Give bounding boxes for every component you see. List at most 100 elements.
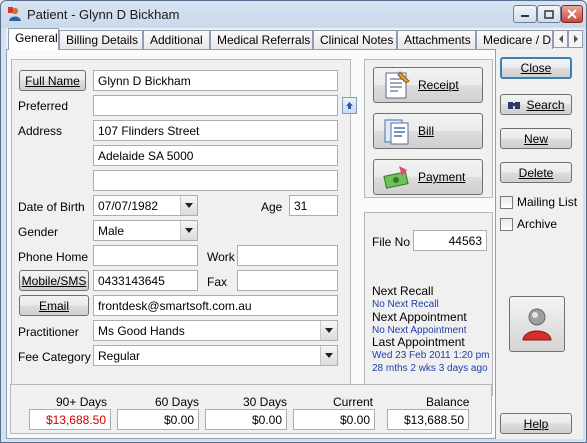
archive-checkbox[interactable]: Archive: [500, 217, 557, 231]
email-button[interactable]: Email: [19, 295, 89, 316]
days90-label: 90+ Days: [56, 395, 108, 409]
tab-attachments[interactable]: Attachments: [397, 30, 476, 49]
tab-general[interactable]: General: [8, 28, 59, 50]
work-label: Work: [207, 250, 235, 264]
file-no-label: File No: [372, 235, 411, 249]
tab-scroll-right[interactable]: [568, 30, 583, 48]
address-line2-field[interactable]: Adelaide SA 5000: [93, 145, 338, 166]
tab-billing-details[interactable]: Billing Details: [59, 30, 143, 49]
address-line3-field[interactable]: [93, 170, 338, 191]
full-name-field[interactable]: Glynn D Bickham: [93, 70, 338, 91]
payment-icon: [383, 166, 409, 189]
chevron-down-icon: [325, 353, 333, 358]
days90-field: $13,688.50: [29, 409, 111, 430]
general-tab-page: Full Name Glynn D Bickham Preferred Addr…: [6, 49, 496, 439]
days60-label: 60 Days: [155, 395, 200, 409]
gender-value: Male: [98, 224, 125, 238]
delete-button[interactable]: Delete: [500, 162, 572, 183]
next-recall-value: No Next Recall: [372, 299, 439, 310]
patient-photo-button[interactable]: [509, 296, 565, 352]
mobile-field[interactable]: 0433143645: [93, 270, 198, 291]
current-label: Current: [333, 395, 374, 409]
chevron-right-icon: [573, 35, 578, 43]
patient-avatar-icon: [522, 308, 552, 341]
next-recall-label: Next Recall: [372, 284, 434, 298]
search-button[interactable]: Search: [500, 94, 572, 115]
receipt-label: Receipt: [418, 78, 459, 92]
title-bar: Patient - Glynn D Bickham: [1, 1, 586, 28]
age-field[interactable]: 31: [289, 195, 338, 216]
bill-button[interactable]: Bill: [373, 113, 483, 149]
age-label: Age: [261, 200, 283, 214]
mobile-sms-button[interactable]: Mobile/SMS: [19, 270, 89, 291]
dob-label: Date of Birth: [18, 200, 85, 214]
archive-label: Archive: [517, 217, 558, 231]
payment-label: Payment: [418, 170, 466, 184]
days60-field: $0.00: [117, 409, 199, 430]
practitioner-value: Ms Good Hands: [98, 324, 185, 338]
minimize-button[interactable]: [513, 5, 537, 23]
preferred-field[interactable]: [93, 95, 338, 116]
fee-category-select[interactable]: Regular: [93, 345, 338, 366]
dob-dropdown-button[interactable]: [180, 196, 197, 215]
receipt-icon: [385, 71, 410, 99]
file-no-field[interactable]: 44563: [413, 230, 487, 251]
tab-clinical-notes[interactable]: Clinical Notes: [313, 30, 397, 49]
address-line1-field[interactable]: 107 Flinders Street: [93, 120, 338, 141]
minimize-icon: [521, 15, 529, 17]
phone-home-label: Phone Home: [18, 250, 89, 264]
tab-additional[interactable]: Additional: [143, 30, 210, 49]
dob-field[interactable]: 07/07/1982: [93, 195, 198, 216]
work-field[interactable]: [237, 245, 338, 266]
last-appointment-value: Wed 23 Feb 2011 1:20 pm: [372, 350, 490, 361]
chevron-down-icon: [185, 228, 193, 233]
practitioner-select[interactable]: Ms Good Hands: [93, 320, 338, 341]
last-appointment-label: Last Appointment: [372, 335, 465, 349]
gender-select[interactable]: Male: [93, 220, 198, 241]
help-button[interactable]: Help: [500, 413, 572, 434]
last-appointment-ago: 28 mths 2 wks 3 days ago: [372, 363, 488, 374]
practitioner-dropdown-button[interactable]: [320, 321, 337, 340]
fee-category-dropdown-button[interactable]: [320, 346, 337, 365]
days30-label: 30 Days: [243, 395, 288, 409]
close-button[interactable]: Close: [500, 57, 572, 79]
fee-category-label: Fee Category: [18, 350, 91, 364]
mailing-list-checkbox[interactable]: Mailing List: [500, 195, 577, 209]
close-icon: [567, 9, 577, 19]
archive-box[interactable]: [500, 217, 513, 231]
address-label: Address: [18, 124, 63, 138]
full-name-button[interactable]: Full Name: [19, 70, 86, 91]
details-panel: Full Name Glynn D Bickham Preferred Addr…: [11, 59, 357, 396]
client-area: General Billing Details Additional Medic…: [6, 28, 583, 439]
tab-medicare[interactable]: Medicare / D: [476, 30, 553, 49]
close-window-button[interactable]: [561, 5, 583, 23]
bill-icon: [384, 119, 409, 145]
chevron-down-icon: [185, 203, 193, 208]
tab-scroll-left[interactable]: [553, 30, 568, 48]
mailing-list-box[interactable]: [500, 195, 513, 209]
balance-field: $13,688.50: [387, 409, 469, 430]
days30-field: $0.00: [205, 409, 287, 430]
search-label: Search: [526, 97, 565, 112]
search-icon: [508, 101, 521, 109]
tab-strip: General Billing Details Additional Medic…: [6, 28, 583, 50]
balances-panel: 90+ Days $13,688.50 60 Days $0.00 30 Day…: [10, 384, 492, 434]
gender-label: Gender: [18, 225, 59, 239]
preferred-arrow-button[interactable]: [342, 97, 357, 114]
email-field[interactable]: frontdesk@smartsoft.com.au: [93, 295, 338, 316]
arrow-up-icon: [346, 102, 353, 109]
tab-medical-referrals[interactable]: Medical Referrals: [210, 30, 313, 49]
receipt-button[interactable]: Receipt: [373, 67, 483, 103]
window-title: Patient - Glynn D Bickham: [27, 7, 180, 22]
actions-panel: Receipt Bill Payment: [364, 59, 493, 198]
patient-window: Patient - Glynn D Bickham General Billin…: [0, 0, 587, 443]
maximize-button[interactable]: [537, 5, 561, 23]
next-appointment-label: Next Appointment: [372, 310, 467, 324]
fax-field[interactable]: [237, 270, 338, 291]
gender-dropdown-button[interactable]: [180, 221, 197, 240]
phone-home-field[interactable]: [93, 245, 198, 266]
payment-button[interactable]: Payment: [373, 159, 483, 195]
new-button[interactable]: New: [500, 128, 572, 149]
balance-label: Balance: [426, 395, 470, 409]
chevron-down-icon: [325, 328, 333, 333]
